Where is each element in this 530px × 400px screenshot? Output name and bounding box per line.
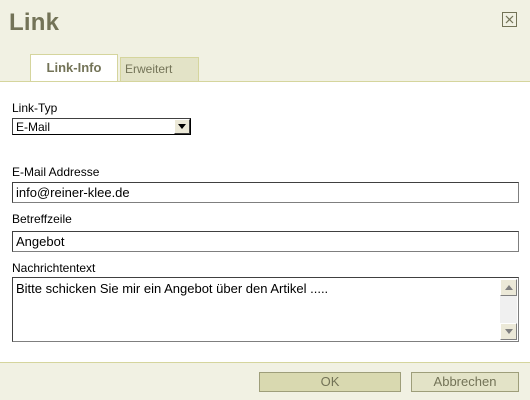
link-type-select[interactable]: E-Mail [12, 118, 191, 135]
cancel-button[interactable]: Abbrechen [411, 372, 519, 392]
textarea-scrollbar[interactable] [500, 279, 517, 340]
link-dialog: Link Link-Info Erweitert Link-Typ E-Mail… [0, 0, 530, 400]
message-label: Nachrichtentext [12, 261, 96, 275]
subject-label: Betreffzeile [12, 212, 72, 226]
scroll-up-icon[interactable] [500, 279, 517, 296]
link-type-value: E-Mail [16, 120, 51, 134]
message-text: Bitte schicken Sie mir ein Angebot über … [16, 281, 329, 296]
tab-erweitert[interactable]: Erweitert [120, 57, 199, 81]
ok-button[interactable]: OK [259, 372, 401, 392]
dialog-title: Link [9, 9, 60, 36]
tab-bar: Link-Info Erweitert [0, 54, 530, 82]
close-icon[interactable] [502, 12, 517, 27]
subject-field[interactable]: Angebot [12, 231, 519, 252]
tab-link-info[interactable]: Link-Info [30, 54, 118, 82]
dropdown-arrow-icon[interactable] [174, 119, 190, 134]
scroll-down-icon[interactable] [500, 323, 517, 340]
email-field[interactable]: info@reiner-klee.de [12, 182, 519, 203]
link-type-label: Link-Typ [12, 101, 58, 115]
message-textarea[interactable]: Bitte schicken Sie mir ein Angebot über … [12, 277, 519, 342]
email-label: E-Mail Addresse [12, 165, 100, 179]
